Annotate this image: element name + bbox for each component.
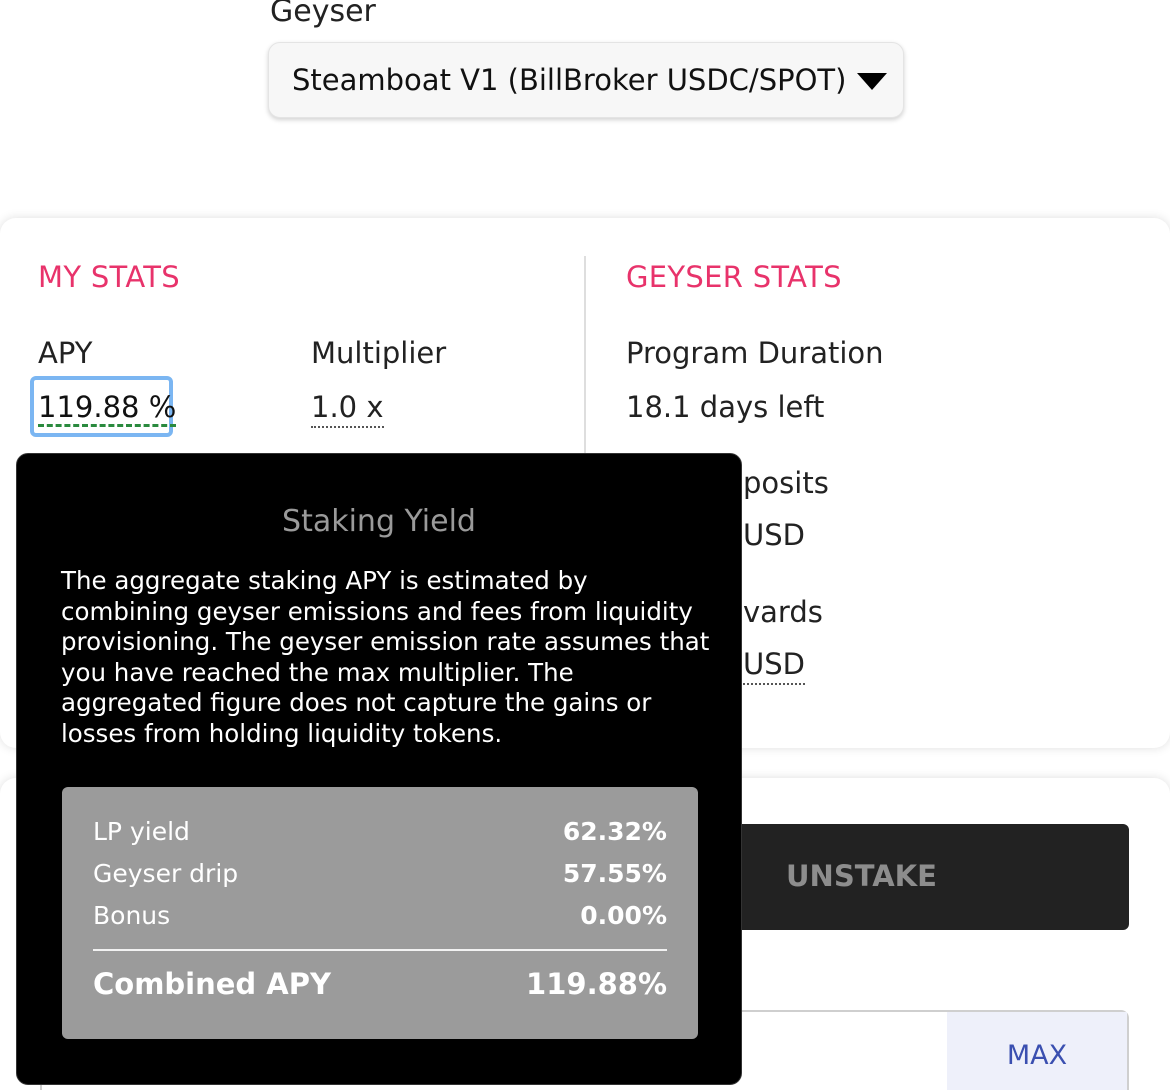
apy-label: APY bbox=[38, 336, 93, 370]
multiplier-label: Multiplier bbox=[311, 336, 447, 370]
tooltip-title: Staking Yield bbox=[282, 504, 476, 539]
combined-apy-label: Combined APY bbox=[93, 967, 331, 1001]
total-rewards-label: vards bbox=[743, 595, 823, 629]
program-duration-value: 18.1 days left bbox=[626, 390, 825, 424]
multiplier-value[interactable]: 1.0 x bbox=[311, 390, 384, 428]
program-duration-label: Program Duration bbox=[626, 336, 884, 370]
total-rewards-value[interactable]: USD bbox=[743, 647, 805, 685]
breakdown-label: LP yield bbox=[93, 817, 190, 846]
unstake-tab-button[interactable]: UNSTAKE bbox=[700, 824, 1129, 930]
my-stats-title: MY STATS bbox=[38, 260, 180, 294]
page: Geyser Steamboat V1 (BillBroker USDC/SPO… bbox=[0, 0, 1170, 1090]
breakdown-divider bbox=[93, 949, 667, 951]
combined-apy-value: 119.88% bbox=[526, 967, 667, 1001]
apy-value[interactable]: 119.88 % bbox=[38, 390, 177, 427]
total-deposits-label: posits bbox=[743, 466, 829, 500]
breakdown-value: 62.32% bbox=[562, 817, 667, 846]
geyser-label: Geyser bbox=[270, 0, 376, 29]
breakdown-label: Geyser drip bbox=[93, 859, 239, 888]
max-button[interactable]: MAX bbox=[947, 1012, 1127, 1090]
tooltip-body: The aggregate staking APY is estimated b… bbox=[61, 566, 710, 748]
caret-down-icon bbox=[857, 73, 887, 90]
staking-yield-tooltip: Staking Yield The aggregate staking APY … bbox=[16, 453, 742, 1085]
total-deposits-value: USD bbox=[743, 518, 805, 552]
breakdown-value: 57.55% bbox=[562, 859, 667, 888]
breakdown-value: 0.00% bbox=[580, 901, 667, 930]
breakdown-label: Bonus bbox=[93, 901, 171, 930]
apy-breakdown: LP yield 62.32% Geyser drip 57.55% Bonus… bbox=[62, 787, 698, 1039]
geyser-select[interactable]: Steamboat V1 (BillBroker USDC/SPOT) bbox=[268, 42, 904, 118]
geyser-stats-title: GEYSER STATS bbox=[626, 260, 842, 294]
geyser-select-value: Steamboat V1 (BillBroker USDC/SPOT) bbox=[292, 63, 847, 97]
